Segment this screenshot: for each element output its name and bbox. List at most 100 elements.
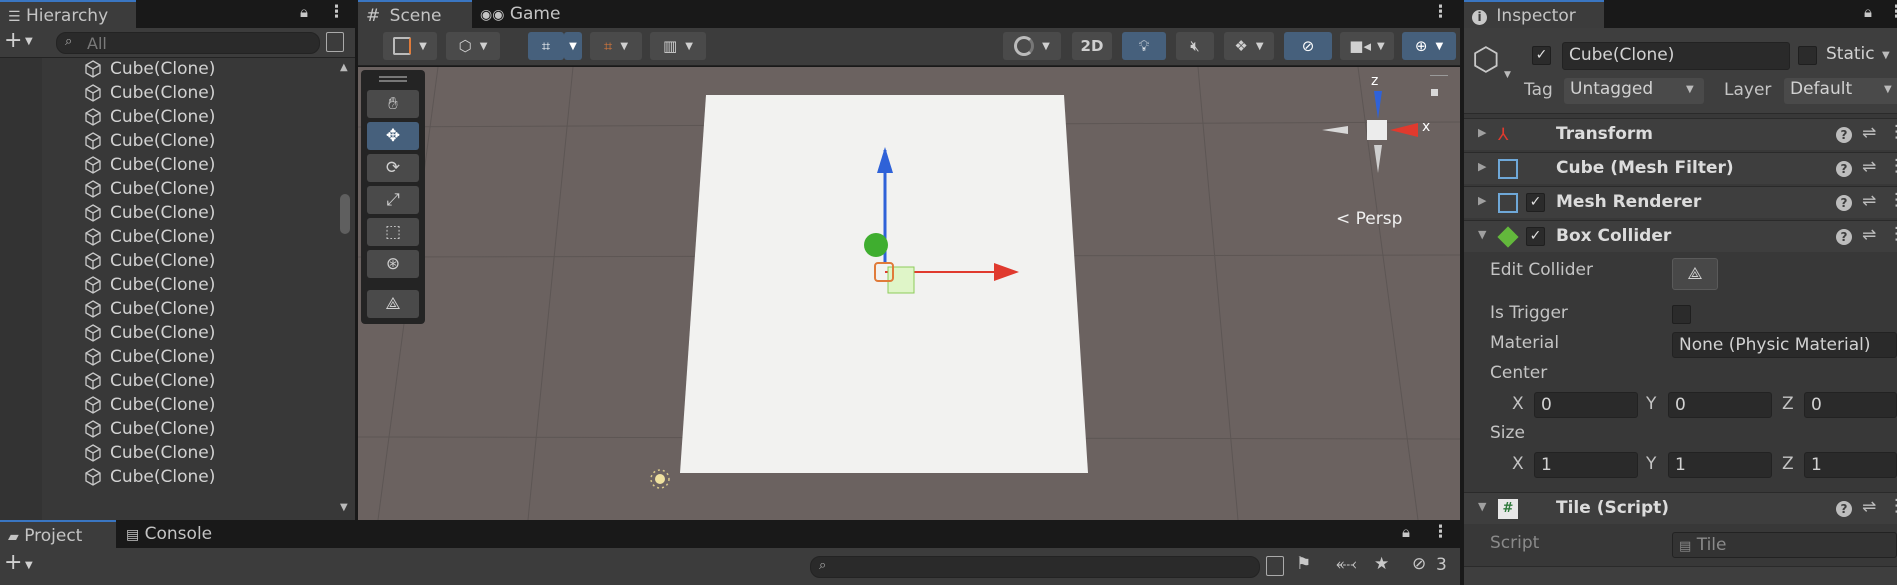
hierarchy-item[interactable]: Cube(Clone) xyxy=(0,81,340,105)
chevron-down-icon[interactable]: ▼ xyxy=(25,36,33,47)
hierarchy-item[interactable]: Cube(Clone) xyxy=(0,345,340,369)
scene-view-canvas[interactable] xyxy=(358,67,1460,520)
hierarchy-item[interactable]: Cube(Clone) xyxy=(0,177,340,201)
center-x-field[interactable]: 0 xyxy=(1534,392,1638,418)
more-menu-icon[interactable]: ⋮ xyxy=(1888,224,1897,244)
search-by-type-icon[interactable] xyxy=(1266,556,1284,576)
orientation-gizmo[interactable]: z x xyxy=(1318,73,1454,205)
scroll-down-icon[interactable]: ▼ xyxy=(340,502,348,513)
scroll-up-icon[interactable]: ▲ xyxy=(340,62,348,73)
more-menu-icon[interactable]: ⋮ xyxy=(1888,122,1897,142)
tab-game[interactable]: ◉◉ Game xyxy=(480,0,560,28)
box-collider-component-header[interactable]: ▼ ✓ Box Collider ? ⇌ ⋮ xyxy=(1464,220,1897,252)
scroll-thumb[interactable] xyxy=(340,194,350,234)
center-z-field[interactable]: 0 xyxy=(1804,392,1897,418)
hierarchy-item[interactable]: Cube(Clone) xyxy=(0,129,340,153)
search-options-icon[interactable] xyxy=(326,32,344,52)
transform-component-header[interactable]: ▶ ⅄ Transform ? ⇌ ⋮ xyxy=(1464,118,1897,150)
hierarchy-search-field[interactable]: ⌕ All xyxy=(56,32,320,54)
create-add-button[interactable]: + xyxy=(4,28,22,53)
grid-visibility-dropdown[interactable]: ▥ ▼ xyxy=(650,32,706,60)
size-y-field[interactable]: 1 xyxy=(1668,452,1772,478)
mesh-filter-component-header[interactable]: ▶ Cube (Mesh Filter) ? ⇌ ⋮ xyxy=(1464,152,1897,184)
more-menu-icon[interactable]: ⋮ xyxy=(1432,2,1449,22)
hierarchy-item[interactable]: Cube(Clone) xyxy=(0,249,340,273)
presets-icon[interactable]: ⇌ xyxy=(1862,497,1876,517)
persp-toggle[interactable]: < Persp xyxy=(1336,209,1402,229)
chevron-down-icon[interactable]: ▼ xyxy=(1882,50,1890,61)
lock-icon[interactable]: 🔒︎ xyxy=(1402,523,1410,541)
lock-icon[interactable]: 🔒︎ xyxy=(300,3,308,21)
project-search-field[interactable]: ⌕ xyxy=(810,556,1260,578)
help-icon[interactable]: ? xyxy=(1836,229,1852,245)
rotate-tool-button[interactable]: ⟳ xyxy=(367,154,419,182)
material-object-field[interactable]: None (Physic Material) xyxy=(1672,332,1897,358)
more-menu-icon[interactable]: ⋮ xyxy=(1888,156,1897,176)
hierarchy-item[interactable]: Cube(Clone) xyxy=(0,201,340,225)
hierarchy-item[interactable]: Cube(Clone) xyxy=(0,273,340,297)
enabled-checkbox[interactable]: ✓ xyxy=(1526,227,1545,246)
effects-toggle[interactable]: ❖ ▼ xyxy=(1224,32,1274,60)
layer-dropdown[interactable]: Default ▼ xyxy=(1784,78,1897,104)
hierarchy-item[interactable]: Cube(Clone) xyxy=(0,393,340,417)
hierarchy-item[interactable]: Cube(Clone) xyxy=(0,369,340,393)
presets-icon[interactable]: ⇌ xyxy=(1862,191,1876,211)
label-tag-icon[interactable]: ⬷ xyxy=(1336,554,1356,574)
hierarchy-item[interactable]: Cube(Clone) xyxy=(0,57,340,81)
gameobject-cube-icon[interactable]: ⬡ xyxy=(1472,40,1500,78)
rect-tool-button[interactable]: ⬚ xyxy=(367,218,419,246)
hierarchy-item[interactable]: Cube(Clone) xyxy=(0,417,340,441)
presets-icon[interactable]: ⇌ xyxy=(1862,123,1876,143)
help-icon[interactable]: ? xyxy=(1836,195,1852,211)
hierarchy-item[interactable]: Cube(Clone) xyxy=(0,105,340,129)
object-name-field[interactable]: Cube(Clone) xyxy=(1562,42,1790,70)
create-add-button[interactable]: + xyxy=(4,550,22,575)
palette-drag-handle[interactable] xyxy=(379,76,407,82)
shading-dropdown[interactable]: ⬡ ▼ xyxy=(446,32,500,60)
presets-icon[interactable]: ⇌ xyxy=(1862,225,1876,245)
tile-script-component-header[interactable]: ▼ # Tile (Script) ? ⇌ ⋮ xyxy=(1464,492,1897,524)
more-menu-icon[interactable]: ⋮ xyxy=(1888,2,1897,22)
move-tool-button[interactable]: ✥ xyxy=(367,122,419,150)
edit-collider-button[interactable]: ⟁ xyxy=(1672,258,1718,290)
tab-inspector[interactable]: i Inspector xyxy=(1464,0,1604,28)
more-menu-icon[interactable]: ⋮ xyxy=(1888,496,1897,516)
size-z-field[interactable]: 1 xyxy=(1804,452,1897,478)
grid-snap-toggle[interactable]: ⌗ xyxy=(528,32,564,60)
scale-tool-button[interactable]: ⤢ xyxy=(367,186,419,214)
help-icon[interactable]: ? xyxy=(1836,161,1852,177)
hierarchy-item[interactable]: Cube(Clone) xyxy=(0,225,340,249)
scene-visibility-toggle[interactable]: ⊘ xyxy=(1284,32,1332,60)
edit-collider-tool-button[interactable]: ⟁ xyxy=(367,290,419,318)
favorite-star-icon[interactable]: ★ xyxy=(1374,554,1389,574)
size-x-field[interactable]: 1 xyxy=(1534,452,1638,478)
is-trigger-checkbox[interactable] xyxy=(1672,305,1691,324)
help-icon[interactable]: ? xyxy=(1836,127,1852,143)
tag-dropdown[interactable]: Untagged ▼ xyxy=(1564,78,1704,104)
lock-icon[interactable]: 🔒︎ xyxy=(1864,3,1872,21)
tab-scene[interactable]: # Scene xyxy=(358,0,472,28)
collapse-arrow-icon[interactable]: ▼ xyxy=(1478,500,1486,513)
scene-viewport[interactable]: ✋︎ ✥ ⟳ ⤢ ⬚ ⊛ ⟁ z x < Persp xyxy=(358,67,1460,520)
hidden-packages-icon[interactable]: ⊘ xyxy=(1412,554,1426,574)
hierarchy-item[interactable]: Cube(Clone) xyxy=(0,297,340,321)
draw-mode-dropdown[interactable]: ▼ xyxy=(383,32,437,60)
toggle-2d-button[interactable]: 2D xyxy=(1072,32,1112,60)
static-checkbox[interactable] xyxy=(1798,46,1817,65)
camera-dropdown[interactable]: ■◂ ▼ xyxy=(1340,32,1394,60)
collapse-arrow-icon[interactable]: ▼ xyxy=(1478,228,1486,241)
render-mode-dropdown[interactable]: ▼ xyxy=(1003,32,1061,60)
expand-arrow-icon[interactable]: ▶ xyxy=(1478,160,1486,173)
more-menu-icon[interactable]: ⋮ xyxy=(1888,190,1897,210)
active-checkbox[interactable]: ✓ xyxy=(1532,46,1551,65)
chevron-down-icon[interactable]: ▼ xyxy=(25,560,33,571)
enabled-checkbox[interactable]: ✓ xyxy=(1526,193,1545,212)
lighting-toggle[interactable]: 💡︎ xyxy=(1122,32,1166,60)
filter-by-type-icon[interactable]: ⚑ xyxy=(1296,554,1311,574)
chevron-down-icon[interactable]: ▼ xyxy=(1504,70,1511,80)
grid-snap-dropdown[interactable]: ▼ xyxy=(564,32,582,60)
center-y-field[interactable]: 0 xyxy=(1668,392,1772,418)
expand-arrow-icon[interactable]: ▶ xyxy=(1478,194,1486,207)
help-icon[interactable]: ? xyxy=(1836,501,1852,517)
hierarchy-scrollbar[interactable]: ▲ ▼ xyxy=(337,60,353,518)
